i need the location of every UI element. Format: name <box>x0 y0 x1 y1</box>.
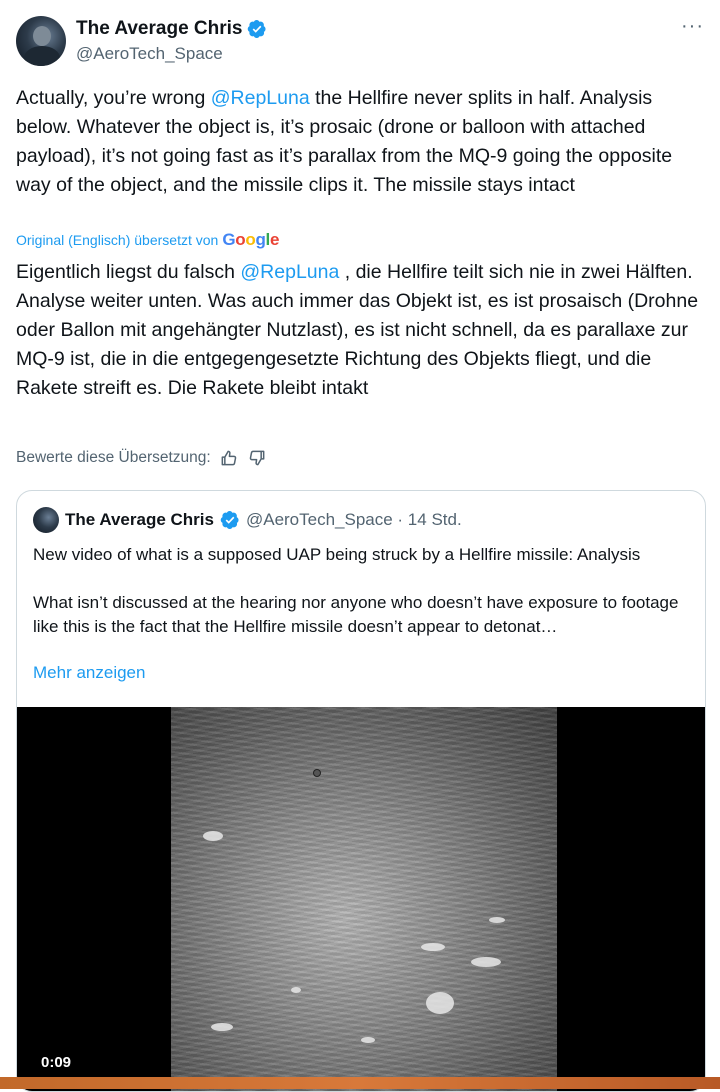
quoted-author-name: The Average Chris <box>65 510 214 529</box>
rate-translation-row: Bewerte diese Übersetzung: <box>16 448 267 468</box>
video-frame <box>171 707 557 1091</box>
quoted-text: New video of what is a supposed UAP bein… <box>33 543 693 639</box>
quoted-author-avatar <box>33 507 59 533</box>
more-options-icon[interactable]: ··· <box>681 16 704 36</box>
quoted-meta: @AeroTech_Space · 14 Std. <box>245 510 462 529</box>
translated-text: Eigentlich liegst du falsch @RepLuna , d… <box>16 258 712 403</box>
author-name[interactable]: The Average Chris <box>76 18 242 40</box>
translated-mention-link[interactable]: @RepLuna <box>240 261 339 283</box>
tweet-header: The Average Chris @AeroTech_Space ··· <box>16 16 704 68</box>
translated-label: Original (Englisch) übersetzt von <box>16 232 219 248</box>
show-more-link[interactable]: Mehr anzeigen <box>33 663 145 683</box>
thumbs-down-icon[interactable] <box>247 448 267 468</box>
quoted-text-line: What isn’t discussed at the hearing nor … <box>33 593 679 636</box>
author-handle[interactable]: @AeroTech_Space <box>76 44 223 64</box>
bottom-bar <box>0 1077 720 1089</box>
quoted-tweet-header: The Average Chris @AeroTech_Space · 14 S… <box>33 507 462 533</box>
mention-link[interactable]: @RepLuna <box>211 87 310 109</box>
video-player[interactable]: 0:09 <box>17 707 705 1091</box>
verified-badge-icon <box>220 511 239 529</box>
tweet-text-part: Actually, you’re wrong <box>16 87 211 109</box>
google-logo: Google <box>222 230 280 249</box>
quoted-tweet[interactable]: The Average Chris @AeroTech_Space · 14 S… <box>16 490 706 1092</box>
object-marker <box>313 769 321 777</box>
verified-badge-icon <box>248 20 267 38</box>
quoted-text-line: New video of what is a supposed UAP bein… <box>33 545 641 564</box>
tweet-text: Actually, you’re wrong @RepLuna the Hell… <box>16 84 712 200</box>
thumbs-up-icon[interactable] <box>219 448 239 468</box>
video-timestamp: 0:09 <box>33 1051 80 1074</box>
author-avatar[interactable] <box>16 16 66 66</box>
translated-text-part: Eigentlich liegst du falsch <box>16 261 241 283</box>
rate-label: Bewerte diese Übersetzung: <box>16 449 211 466</box>
translation-attribution[interactable]: Original (Englisch) übersetzt von Google <box>16 230 279 250</box>
author-name-row[interactable]: The Average Chris <box>76 18 267 40</box>
